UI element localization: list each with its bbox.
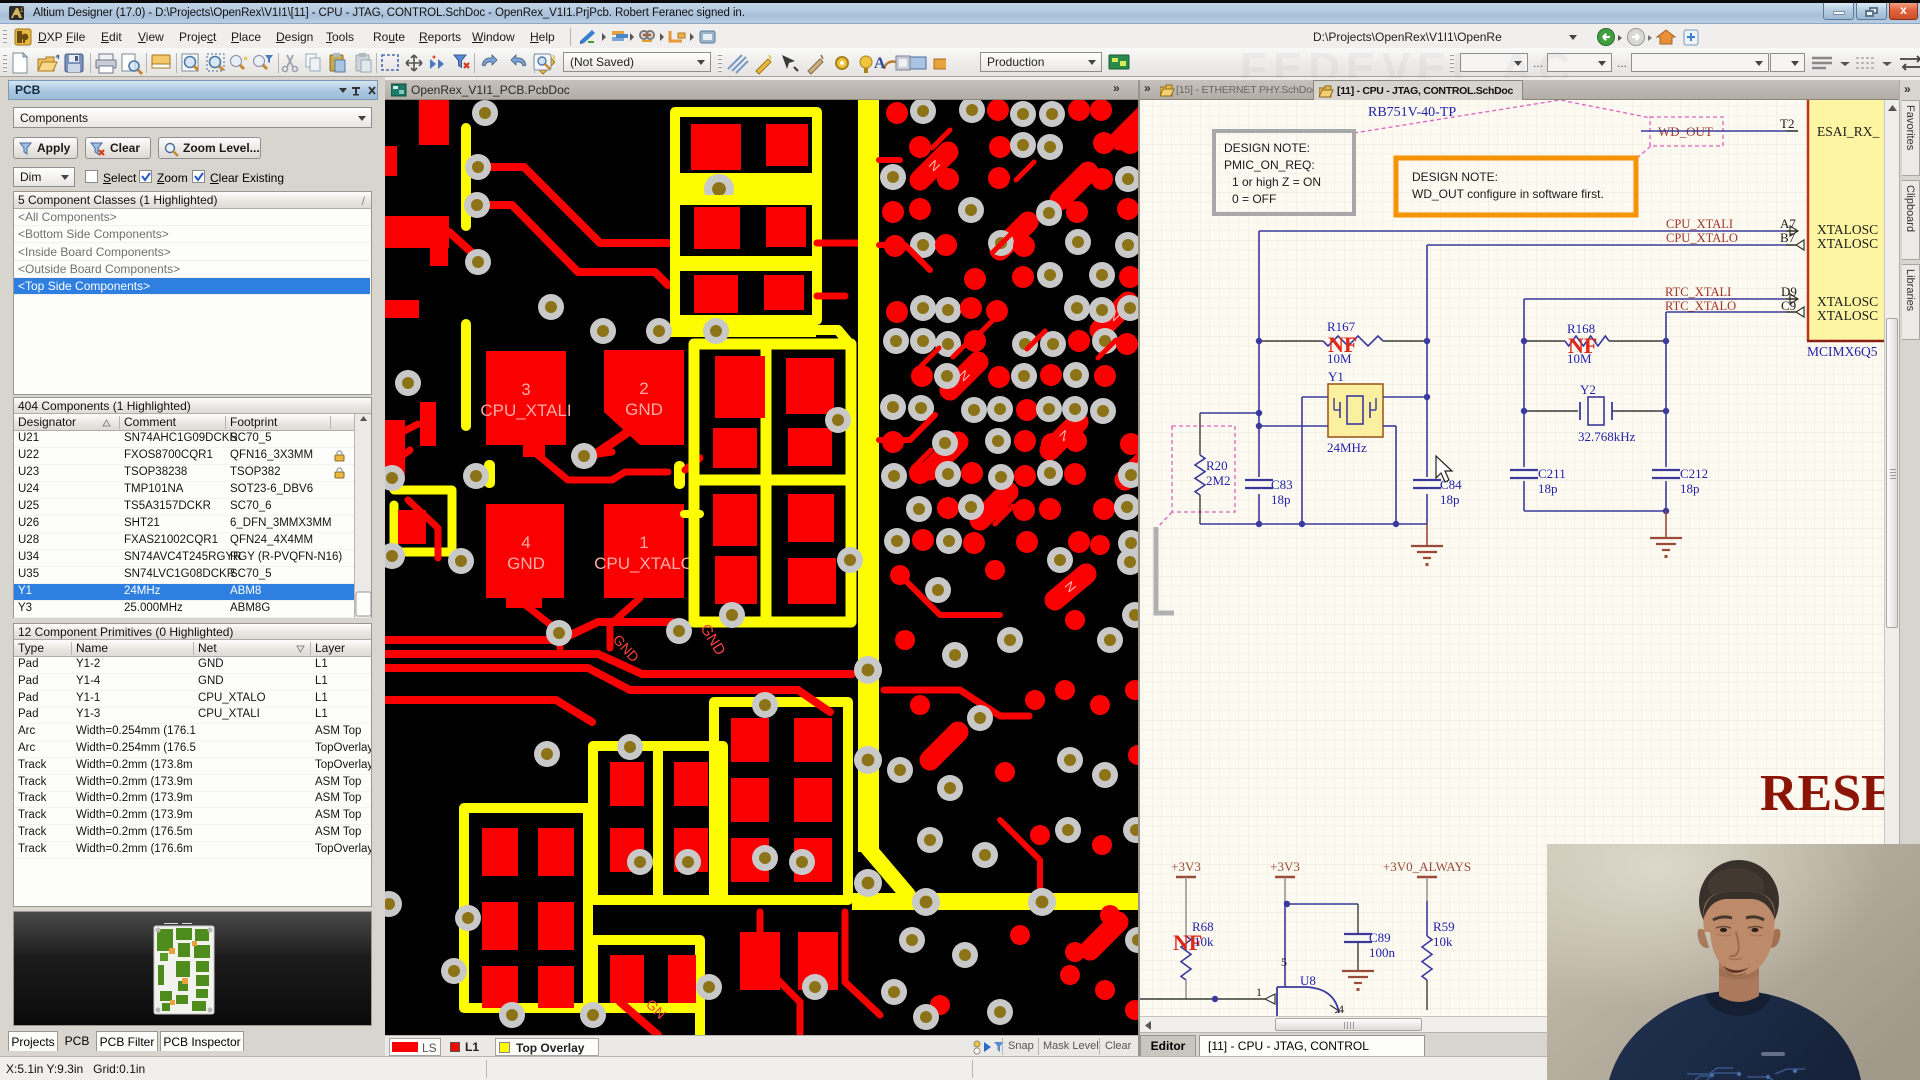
svg-text:CPU_XTALI: CPU_XTALI <box>480 401 571 420</box>
svg-text:XTALOSC: XTALOSC <box>1817 222 1878 237</box>
svg-text:32.768kHz: 32.768kHz <box>1578 429 1636 444</box>
svg-text:2M2: 2M2 <box>1206 473 1231 488</box>
svg-text:10k: 10k <box>1194 934 1214 949</box>
svg-text:GND: GND <box>507 554 545 573</box>
svg-text:RTC_XTALI: RTC_XTALI <box>1665 285 1731 299</box>
svg-text:10M: 10M <box>1327 351 1352 366</box>
svg-text:WD_OUT configure in software f: WD_OUT configure in software first. <box>1412 187 1604 201</box>
svg-text:10M: 10M <box>1567 351 1592 366</box>
svg-text:2: 2 <box>639 379 648 398</box>
svg-text:XTALOSC: XTALOSC <box>1817 236 1878 251</box>
svg-text:MCIMX6Q5: MCIMX6Q5 <box>1807 344 1878 359</box>
svg-text:DESIGN NOTE:: DESIGN NOTE: <box>1224 141 1310 155</box>
svg-text:+3V3: +3V3 <box>1171 859 1201 874</box>
svg-text:A: A <box>874 55 886 72</box>
svg-text:R20: R20 <box>1206 458 1228 473</box>
svg-text:RESE: RESE <box>1760 765 1896 822</box>
svg-text:17: 17 <box>20 8 27 14</box>
svg-text:18p: 18p <box>1680 481 1700 496</box>
svg-text:PMIC_ON_REQ:: PMIC_ON_REQ: <box>1224 158 1315 172</box>
svg-text:RTC_XTALO: RTC_XTALO <box>1665 299 1736 313</box>
svg-text:XTALOSC: XTALOSC <box>1817 308 1878 323</box>
svg-text:+3V3: +3V3 <box>1270 859 1300 874</box>
svg-text:C9: C9 <box>1781 298 1796 313</box>
svg-text:10k: 10k <box>1433 934 1453 949</box>
svg-text:Y1: Y1 <box>1328 369 1344 384</box>
svg-text:C212: C212 <box>1680 466 1708 481</box>
svg-text:A7: A7 <box>1780 216 1796 231</box>
svg-text:18p: 18p <box>1538 481 1558 496</box>
svg-text:1 or high Z = ON: 1 or high Z = ON <box>1232 175 1321 189</box>
svg-text:1: 1 <box>639 533 648 552</box>
svg-text:18p: 18p <box>1271 492 1291 507</box>
svg-text:CPU_XTALI: CPU_XTALI <box>1666 217 1733 231</box>
svg-text:RB751V-40-TP: RB751V-40-TP <box>1368 105 1456 120</box>
svg-text:3: 3 <box>521 380 530 399</box>
svg-text:24MHz: 24MHz <box>1327 440 1367 455</box>
svg-text:GND: GND <box>625 400 663 419</box>
svg-text:0 = OFF: 0 = OFF <box>1232 192 1276 206</box>
svg-text:U8: U8 <box>1300 973 1316 988</box>
svg-text:ESAI_RX_: ESAI_RX_ <box>1817 124 1880 139</box>
svg-text:T2: T2 <box>1780 116 1794 131</box>
svg-text:XTALOSC: XTALOSC <box>1817 294 1878 309</box>
svg-text:R68: R68 <box>1192 919 1214 934</box>
svg-text:DESIGN NOTE:: DESIGN NOTE: <box>1412 170 1498 184</box>
svg-text:18p: 18p <box>1440 492 1460 507</box>
svg-text:CPU_XTALO: CPU_XTALO <box>1666 231 1738 245</box>
svg-text:100n: 100n <box>1369 945 1396 960</box>
svg-text:C211: C211 <box>1538 466 1566 481</box>
svg-text:C89: C89 <box>1369 930 1391 945</box>
svg-text:1: 1 <box>1256 985 1262 999</box>
svg-text:+3V0_ALWAYS: +3V0_ALWAYS <box>1383 859 1471 874</box>
svg-text:C83: C83 <box>1271 477 1293 492</box>
svg-text:5: 5 <box>1281 955 1287 969</box>
svg-text:Y2: Y2 <box>1580 382 1596 397</box>
svg-text:B7: B7 <box>1780 230 1796 245</box>
svg-text:D9: D9 <box>1781 284 1797 299</box>
svg-text:4: 4 <box>521 533 530 552</box>
svg-text:R59: R59 <box>1433 919 1455 934</box>
svg-text:4: 4 <box>1338 1002 1344 1016</box>
svg-text:CPU_XTALO: CPU_XTALO <box>594 554 694 573</box>
